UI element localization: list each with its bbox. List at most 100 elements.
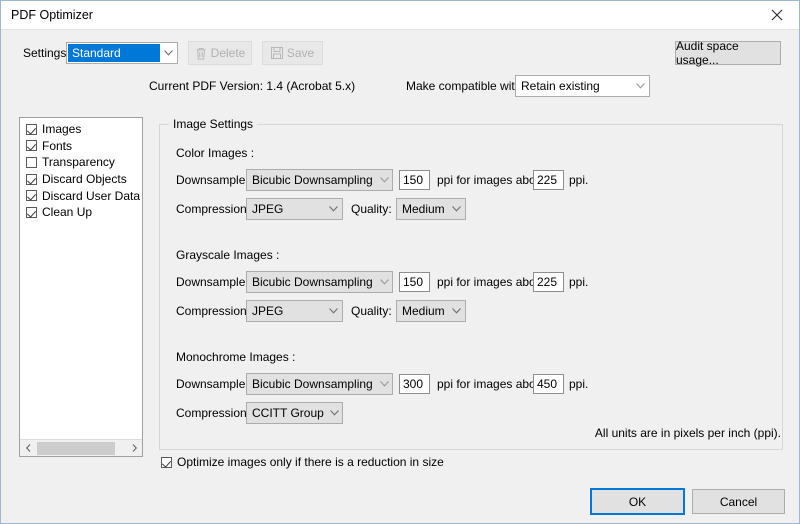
sidebar-item-fonts[interactable]: Fonts [20,138,142,155]
quality-select-grayscale-images-value: Medium [402,304,445,318]
ppi-above-label-monochrome-images: ppi for images above [437,377,549,391]
ppi-above-label-color-images: ppi for images above [437,173,549,187]
chevron-down-icon [376,374,392,394]
save-button-label: Save [286,46,315,60]
cancel-button-label: Cancel [719,494,758,509]
downsample-ppi-input-color-images[interactable]: 150 [399,170,430,190]
sidebar-item-discard-user-data[interactable]: Discard User Data [20,187,142,204]
units-note: All units are in pixels per inch (ppi). [594,426,781,440]
downsample-method-select-monochrome-images[interactable]: Bicubic Downsampling to [246,373,393,395]
checkbox-box[interactable] [26,190,37,202]
sidebar-item-label: Discard User Data [42,188,141,203]
sidebar-item-label: Clean Up [42,205,93,220]
checkbox-box[interactable] [26,140,37,152]
sidebar-item-clean-up[interactable]: Clean Up [20,204,142,221]
image-settings-group-label: Image Settings [169,117,258,131]
ppi-unit-label-color-images: ppi. [569,173,589,187]
compression-label-grayscale-images: Compression: [176,304,251,318]
chevron-left-icon[interactable] [20,440,36,456]
ok-button[interactable]: OK [590,488,685,515]
downsample-method-select-color-images-value: Bicubic Downsampling to [252,173,377,187]
section-title-grayscale-images: Grayscale Images : [176,248,280,262]
settings-category-list[interactable]: Images Fonts Transparency Discard Objects Di… [19,117,143,457]
threshold-ppi-input-monochrome-images[interactable]: 450 [533,374,564,394]
ppi-unit-label-grayscale-images: ppi. [569,275,589,289]
horizontal-scrollbar[interactable] [20,439,142,456]
window-title: PDF Optimizer [11,8,93,22]
chevron-down-icon [325,199,342,219]
compression-select-color-images-value: JPEG [252,202,284,216]
scrollbar-thumb[interactable] [37,441,115,455]
sidebar-items: Images Fonts Transparency Discard Objects Di… [20,118,142,221]
sidebar-item-label: Images [42,122,82,137]
ppi-unit-label-monochrome-images: ppi. [569,377,589,391]
quality-select-color-images[interactable]: Medium [396,198,466,220]
settings-preset-value: Standard [68,44,160,62]
checkbox-box [161,456,172,468]
checkbox-box[interactable] [26,206,37,218]
downsample-label-color-images: Downsample: [176,173,249,187]
optimize-images-checkbox[interactable]: Optimize images only if there is a reduc… [161,455,444,469]
threshold-ppi-input-color-images[interactable]: 225 [533,170,564,190]
downsample-ppi-input-grayscale-images[interactable]: 150 [399,272,430,292]
make-compatible-label: Make compatible with: [406,79,525,93]
downsample-method-select-color-images[interactable]: Bicubic Downsampling to [246,169,393,191]
sidebar-item-transparency[interactable]: Transparency [20,154,142,171]
chevron-down-icon [325,301,342,321]
ok-button-label: OK [628,494,647,509]
chevron-down-icon [376,272,392,292]
sidebar-item-discard-objects[interactable]: Discard Objects [20,171,142,188]
compression-select-monochrome-images-value: CCITT Group 4 [252,406,327,420]
compression-label-color-images: Compression: [176,202,251,216]
chevron-right-icon[interactable] [126,440,142,456]
downsample-method-select-monochrome-images-value: Bicubic Downsampling to [252,377,377,391]
checkbox-box[interactable] [26,156,37,168]
pdf-optimizer-dialog: PDF Optimizer Settings: Standard Delete [0,0,800,524]
quality-label-grayscale-images: Quality: [351,304,392,318]
chevron-down-icon [160,43,177,63]
settings-label: Settings: [23,46,70,60]
current-pdf-version: Current PDF Version: 1.4 (Acrobat 5.x) [149,79,356,93]
quality-select-color-images-value: Medium [402,202,445,216]
chevron-down-icon [448,301,465,321]
compression-select-monochrome-images[interactable]: CCITT Group 4 [246,402,343,424]
downsample-method-select-grayscale-images[interactable]: Bicubic Downsampling to [246,271,393,293]
sidebar-item-images[interactable]: Images [20,121,142,138]
title-bar: PDF Optimizer [1,1,799,30]
sidebar-item-label: Fonts [42,138,73,153]
optimize-images-label: Optimize images only if there is a reduc… [177,455,444,469]
downsample-label-monochrome-images: Downsample: [176,377,249,391]
chevron-down-icon [632,76,649,96]
audit-button-label: Audit space usage... [676,39,739,67]
save-button[interactable]: Save [262,41,323,65]
settings-preset-select[interactable]: Standard [66,42,178,64]
close-icon[interactable] [755,1,799,29]
compression-select-color-images[interactable]: JPEG [246,198,343,220]
chevron-down-icon [376,170,392,190]
compression-label-monochrome-images: Compression: [176,406,251,420]
downsample-ppi-input-monochrome-images[interactable]: 300 [399,374,430,394]
cancel-button[interactable]: Cancel [692,489,785,514]
audit-space-usage-button[interactable]: Audit space usage... [675,39,781,67]
sidebar-item-label: Discard Objects [42,172,127,187]
make-compatible-select[interactable]: Retain existing [515,75,650,97]
trash-icon [195,47,207,60]
make-compatible-value: Retain existing [521,79,600,93]
quality-label-color-images: Quality: [351,202,392,216]
quality-select-grayscale-images[interactable]: Medium [396,300,466,322]
checkbox-box[interactable] [26,173,37,185]
section-title-monochrome-images: Monochrome Images : [176,350,296,364]
delete-button-label: Delete [210,46,246,60]
ppi-above-label-grayscale-images: ppi for images above [437,275,549,289]
threshold-ppi-input-grayscale-images[interactable]: 225 [533,272,564,292]
delete-button[interactable]: Delete [188,41,252,65]
floppy-disk-icon [270,47,283,59]
compression-select-grayscale-images[interactable]: JPEG [246,300,343,322]
compression-select-grayscale-images-value: JPEG [252,304,284,318]
downsample-method-select-grayscale-images-value: Bicubic Downsampling to [252,275,377,289]
chevron-down-icon [327,403,342,423]
checkbox-box[interactable] [26,123,37,135]
chevron-down-icon [448,199,465,219]
sidebar-item-label: Transparency [42,155,115,170]
section-title-color-images: Color Images : [176,146,255,160]
